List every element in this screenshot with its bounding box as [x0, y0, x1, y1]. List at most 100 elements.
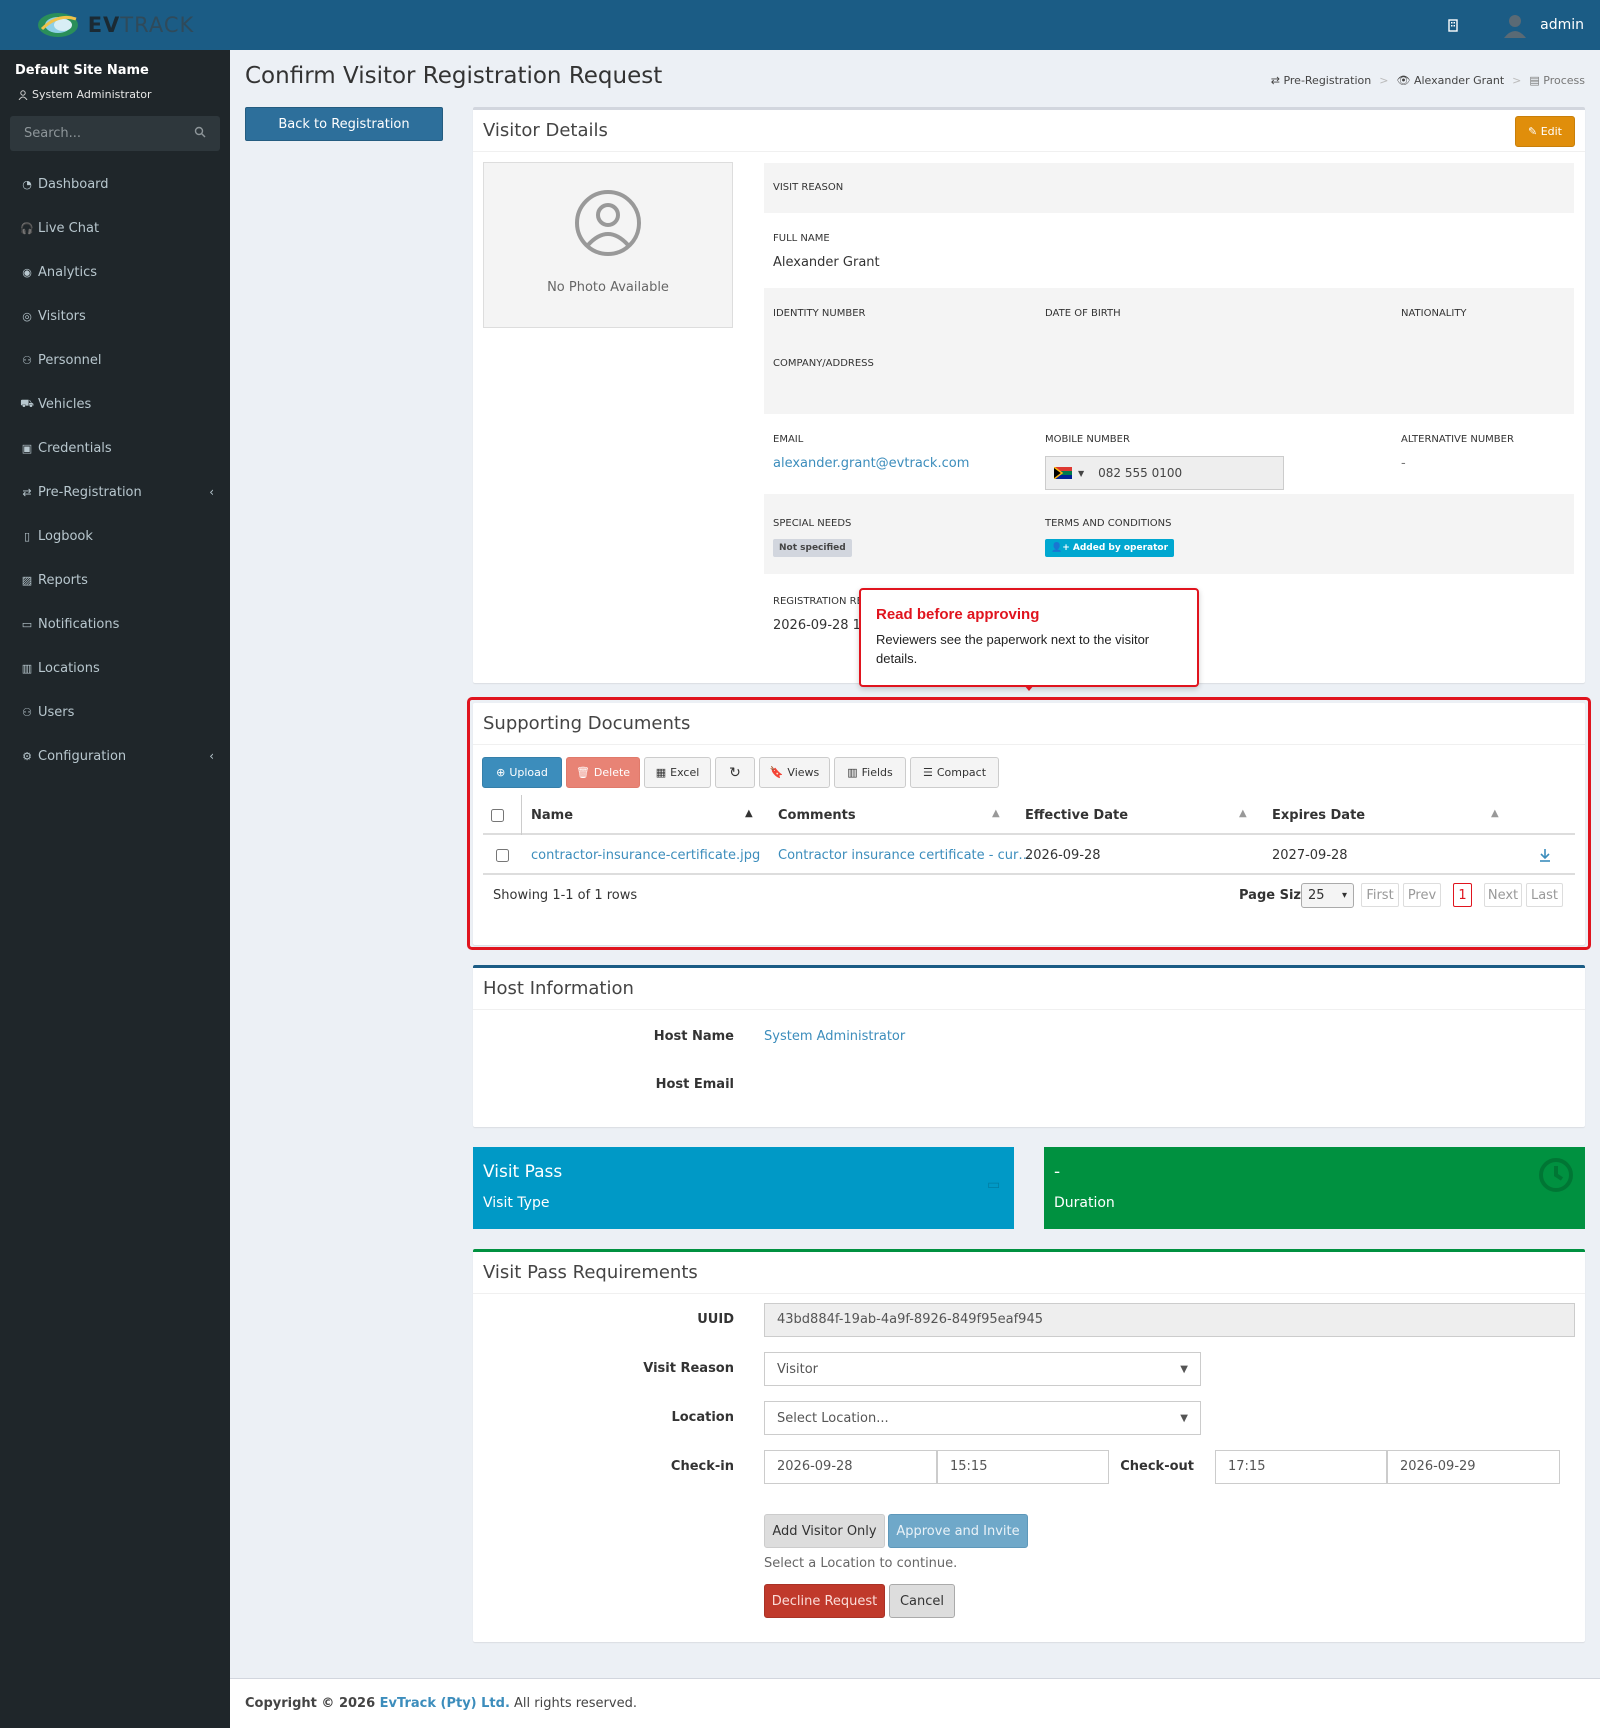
mobile-value: 082 555 0100	[1098, 466, 1183, 480]
location-hint: Select a Location to continue.	[764, 1556, 958, 1571]
book-icon: ▯	[23, 529, 31, 543]
mobile-field[interactable]: ▼ 082 555 0100	[1045, 456, 1284, 490]
sidebar-item-label: Configuration	[38, 748, 127, 764]
host-information-title: Host Information	[473, 968, 1585, 1010]
sidebar-item-vehicles[interactable]: ⛟ Vehicles	[0, 382, 230, 426]
sidebar-item-label: Reports	[38, 572, 88, 588]
visitor-details-title: Visitor Details	[473, 110, 1585, 152]
flag-icon	[1054, 467, 1072, 479]
visit-reason-select-label: Visit Reason	[643, 1361, 734, 1376]
sidebar-item-label: Users	[38, 704, 75, 720]
page-title: Confirm Visitor Registration Request	[245, 63, 663, 89]
sidebar-item-credentials[interactable]: ▣ Credentials	[0, 426, 230, 470]
analytics-icon: ◉	[22, 265, 32, 279]
sidebar-item-dashboard[interactable]: ◔ Dashboard	[0, 162, 230, 206]
checkout-date-input[interactable]: 2026-09-29	[1387, 1450, 1560, 1484]
sidebar-item-label: Vehicles	[38, 396, 92, 412]
checkin-label: Check-in	[670, 1459, 734, 1474]
breadcrumb-process: ▤ Process	[1529, 74, 1585, 87]
user-name[interactable]: admin	[1540, 17, 1584, 33]
visit-pass-card: Visit Pass Visit Type ▭	[473, 1147, 1014, 1229]
visit-pass-requirements-title: Visit Pass Requirements	[473, 1252, 1585, 1294]
headset-icon: 🎧	[20, 221, 34, 235]
sidebar-item-label: Analytics	[38, 264, 98, 280]
company-link[interactable]: EvTrack (Pty) Ltd.	[380, 1696, 510, 1711]
chevron-left-icon[interactable]: ‹	[209, 749, 214, 763]
cancel-button[interactable]: Cancel	[889, 1584, 955, 1618]
eye-icon: 👁	[1396, 74, 1411, 87]
notifications-icon: ▭	[21, 617, 33, 631]
sidebar-item-live-chat[interactable]: 🎧 Live Chat	[0, 206, 230, 250]
rights-text: All rights reserved.	[509, 1696, 637, 1711]
locations-icon: ▥	[21, 661, 33, 675]
gear-icon: ⚙	[22, 749, 32, 763]
sidebar-item-label: Credentials	[38, 440, 112, 456]
brand-name: EVTRACK	[87, 13, 195, 37]
guide-tooltip: Read before approving Reviewers see the …	[859, 588, 1199, 687]
copyright-text: Copyright © 2026	[245, 1696, 380, 1711]
logo-icon	[37, 13, 78, 37]
sidebar-item-users[interactable]: ⚇ Users	[0, 690, 230, 734]
checkin-date-input[interactable]: 2026-09-28	[764, 1450, 937, 1484]
alt-number-value: -	[1401, 456, 1406, 471]
sidebar-item-notifications[interactable]: ▭ Notifications	[0, 602, 230, 646]
dashboard-icon: ◔	[22, 177, 32, 191]
location-select[interactable]: Select Location... ▼	[764, 1401, 1201, 1435]
visit-reason-label: Visit Reason	[773, 182, 844, 193]
building-icon[interactable]	[1446, 18, 1460, 32]
special-needs-label: Special Needs	[773, 518, 852, 529]
sidebar-item-pre-registration[interactable]: ⇄ Pre-Registration ‹	[0, 470, 230, 514]
uuid-label: UUID	[697, 1312, 734, 1327]
duration-label: Duration	[1054, 1195, 1115, 1211]
sidebar-item-reports[interactable]: ▨ Reports	[0, 558, 230, 602]
registration-label: Registration Re	[773, 596, 863, 607]
alt-number-label: Alternative Number	[1401, 434, 1514, 445]
decline-request-button[interactable]: Decline Request	[764, 1584, 885, 1618]
location-label: Location	[671, 1410, 734, 1425]
sidebar-item-label: Pre-Registration	[38, 484, 142, 500]
sidebar-item-locations[interactable]: ▥ Locations	[0, 646, 230, 690]
host-name-link[interactable]: System Administrator	[764, 1029, 905, 1044]
eye-icon: ◎	[22, 309, 32, 323]
logo[interactable]: EVTRACK	[0, 0, 230, 50]
full-name-label: Full Name	[773, 233, 830, 244]
chevron-down-icon: ▼	[1078, 468, 1085, 478]
host-email-label: Host Email	[655, 1077, 734, 1092]
visit-reason-select[interactable]: Visitor ▼	[764, 1352, 1201, 1386]
full-name-row: Full Name Alexander Grant	[764, 213, 1574, 288]
search-icon[interactable]	[194, 126, 206, 138]
back-to-registration-button[interactable]: Back to Registration	[245, 107, 443, 141]
sidebar-item-configuration[interactable]: ⚙ Configuration ‹	[0, 734, 230, 778]
avatar[interactable]	[1502, 12, 1528, 38]
checkout-time-input[interactable]: 17:15	[1215, 1450, 1387, 1484]
personnel-icon: ⚇	[22, 353, 32, 367]
visitor-photo-placeholder: No Photo Available	[483, 162, 733, 328]
chevron-down-icon: ▼	[1180, 1363, 1188, 1375]
tooltip-body: Reviewers see the paperwork next to the …	[876, 632, 1150, 666]
sidebar-item-logbook[interactable]: ▯ Logbook	[0, 514, 230, 558]
sidebar-item-visitors[interactable]: ◎ Visitors	[0, 294, 230, 338]
sidebar-search-input[interactable]: Search...	[10, 116, 220, 151]
sidebar-item-personnel[interactable]: ⚇ Personnel	[0, 338, 230, 382]
site-name: Default Site Name	[15, 63, 149, 78]
chevron-left-icon[interactable]: ‹	[209, 485, 214, 499]
no-photo-text: No Photo Available	[547, 280, 669, 295]
host-information-box: Host Information	[473, 965, 1585, 1127]
id-card-icon: ▭	[987, 1177, 1001, 1193]
identity-label: Identity Number	[773, 308, 866, 319]
user-plus-icon: 👤+	[1051, 543, 1070, 553]
checkin-time-input[interactable]: 15:15	[937, 1450, 1109, 1484]
user-icon	[18, 89, 28, 100]
email-link[interactable]: alexander.grant@evtrack.com	[773, 456, 969, 471]
approve-and-invite-button[interactable]: Approve and Invite	[888, 1514, 1028, 1548]
chevron-down-icon: ▼	[1180, 1412, 1188, 1424]
breadcrumb-pre-registration[interactable]: ⇄ Pre-Registration	[1271, 74, 1372, 87]
sidebar-item-analytics[interactable]: ◉ Analytics	[0, 250, 230, 294]
full-name-value: Alexander Grant	[773, 255, 880, 270]
edit-button[interactable]: ✎ Edit	[1514, 116, 1575, 147]
breadcrumb-person[interactable]: 👁 Alexander Grant	[1396, 74, 1504, 87]
add-visitor-only-button[interactable]: Add Visitor Only	[764, 1514, 885, 1548]
uuid-field: 43bd884f-19ab-4a9f-8926-849f95eaf945	[764, 1303, 1575, 1337]
contact-row: Email alexander.grant@evtrack.com Mobile…	[764, 414, 1574, 494]
sidebar-item-label: Logbook	[38, 528, 93, 544]
